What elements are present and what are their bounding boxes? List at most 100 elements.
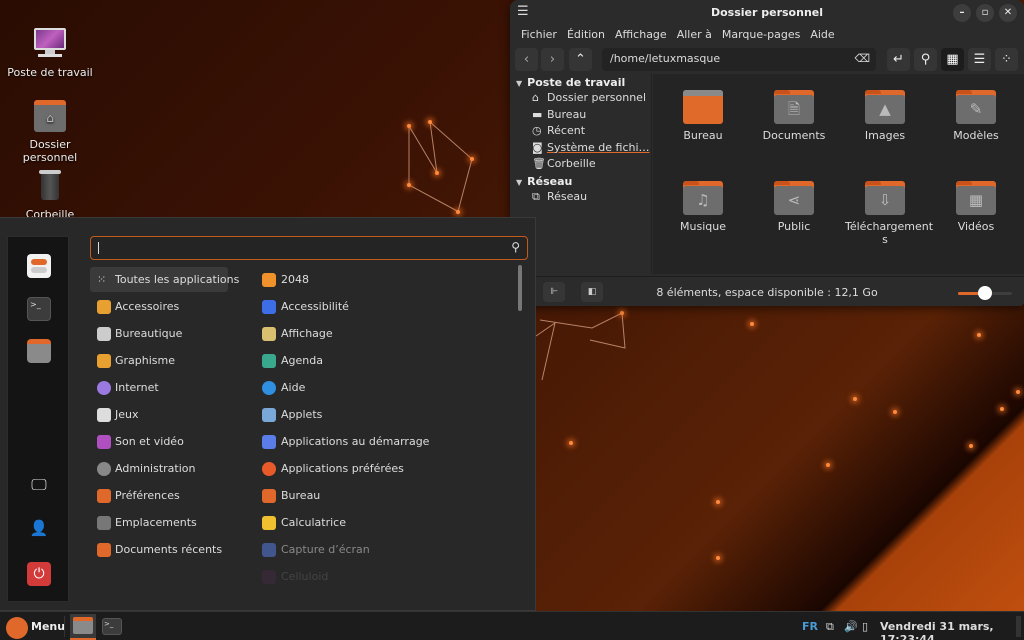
category-item[interactable]: Jeux	[90, 402, 228, 427]
menu-fichier[interactable]: Fichier	[516, 26, 562, 46]
category-item[interactable]: Préférences	[90, 483, 228, 508]
sidebar-item-home[interactable]: ⌂ Dossier personnel	[510, 90, 651, 107]
minimize-button[interactable]: –	[953, 4, 971, 22]
lock-screen-icon[interactable]: 🖵	[27, 475, 51, 499]
sidebar-item-label: Dossier personnel	[547, 91, 647, 104]
app-item[interactable]: 2048	[255, 267, 505, 292]
settings-icon[interactable]	[27, 254, 51, 278]
clear-icon[interactable]: ⌫	[854, 52, 870, 65]
volume-icon[interactable]: 🔊	[844, 620, 858, 633]
folder-icon: ▬	[532, 107, 543, 121]
application-menu: >_ 🖵 👤 ⏻ ⚲ ⁙ Toutes les applications Acces…	[0, 217, 536, 611]
taskbar-launcher-terminal[interactable]: >_	[100, 614, 126, 640]
category-item[interactable]: Accessoires	[90, 294, 228, 319]
compact-view-button[interactable]: ⁘	[995, 48, 1018, 71]
app-label: Aide	[281, 381, 306, 394]
search-button[interactable]: ⚲	[914, 48, 937, 71]
menu-aller-a[interactable]: Aller à	[672, 26, 717, 46]
category-label: Administration	[115, 462, 196, 475]
app-search-input[interactable]: ⚲	[90, 236, 528, 260]
file-item-documents[interactable]: 🗎 Documents	[754, 90, 834, 142]
close-button[interactable]: ✕	[999, 4, 1017, 22]
administration-icon	[97, 462, 111, 476]
title-bar[interactable]: ☰ Dossier personnel – ▫ ✕	[510, 0, 1024, 26]
app-item[interactable]: Bureau	[255, 483, 505, 508]
icon-view-button[interactable]: ▦	[941, 48, 964, 71]
file-item-modeles[interactable]: ✎ Modèles	[936, 90, 1016, 142]
desktop-icon-home[interactable]: ⌂ Dossier personnel	[5, 98, 95, 164]
menu-aide[interactable]: Aide	[805, 26, 839, 46]
menu-button[interactable]: Menu	[3, 615, 65, 639]
app-item[interactable]: Celluloid	[255, 564, 505, 589]
location-input[interactable]: /home/letuxmasque ⌫	[602, 48, 876, 71]
show-desktop-button[interactable]	[1016, 616, 1021, 637]
app-item[interactable]: Applets	[255, 402, 505, 427]
file-item-videos[interactable]: ▦ Vidéos	[936, 181, 1016, 233]
category-item[interactable]: ⁙ Toutes les applications	[90, 267, 239, 292]
keyboard-layout-indicator[interactable]: FR	[802, 620, 818, 633]
files-icon[interactable]	[27, 339, 51, 363]
terminal-icon[interactable]: >_	[27, 297, 51, 321]
grid-icon: ⁙	[97, 273, 107, 286]
category-item[interactable]: Graphisme	[90, 348, 228, 373]
desktop-icon-computer[interactable]: Poste de travail	[5, 26, 95, 79]
back-button[interactable]: ‹	[515, 48, 538, 71]
sidebar-item-trash[interactable]: 🗑Corbeille	[510, 156, 651, 173]
category-label: Son et vidéo	[115, 435, 184, 448]
public-folder-icon: ⋖	[774, 181, 814, 215]
file-item-images[interactable]: ▲ Images	[845, 90, 925, 142]
app-item[interactable]: Agenda	[255, 348, 505, 373]
list-view-button[interactable]: ☰	[968, 48, 991, 71]
battery-icon[interactable]: ▯	[862, 620, 868, 633]
category-label: Jeux	[115, 408, 139, 421]
app-item[interactable]: Applications préférées	[255, 456, 505, 481]
file-item-musique[interactable]: ♫ Musique	[663, 181, 743, 233]
category-item[interactable]: Administration	[90, 456, 228, 481]
app-item[interactable]: Calculatrice	[255, 510, 505, 535]
file-label: Bureau	[683, 129, 723, 142]
up-button[interactable]: ⌃	[569, 48, 592, 71]
app-label: 2048	[281, 273, 309, 286]
network-icon[interactable]: ⧉	[826, 620, 834, 634]
file-item-bureau[interactable]: Bureau	[663, 90, 743, 142]
app-item[interactable]: Capture d’écran	[255, 537, 505, 562]
desktop-icon-trash[interactable]: Corbeille	[5, 168, 95, 221]
category-item[interactable]: Son et vidéo	[90, 429, 228, 454]
category-item[interactable]: Emplacements	[90, 510, 228, 535]
menu-marque-pages[interactable]: Marque-pages	[717, 26, 805, 46]
app-item[interactable]: Applications au démarrage	[255, 429, 505, 454]
category-label: Emplacements	[115, 516, 197, 529]
category-label: Graphisme	[115, 354, 176, 367]
sidebar-item-desktop[interactable]: ▬ Bureau	[510, 107, 651, 124]
category-item[interactable]: Internet	[90, 375, 228, 400]
taskbar-window-files[interactable]	[70, 614, 96, 640]
toggle-location-button[interactable]: ↵	[887, 48, 910, 71]
sidebar-section-network[interactable]: ▼ Réseau	[510, 173, 651, 189]
app-list-scrollbar[interactable]	[518, 265, 522, 311]
file-item-telechargements[interactable]: ⇩ Téléchargement s	[845, 181, 934, 246]
power-icon[interactable]: ⏻	[27, 562, 51, 586]
sidebar-item-network[interactable]: ⧉ Réseau	[510, 189, 651, 206]
zoom-slider[interactable]	[958, 286, 1012, 300]
category-item[interactable]: Documents récents	[90, 537, 228, 562]
logout-icon[interactable]: 👤	[27, 519, 51, 543]
sidebar-item-recent[interactable]: ◷ Récent	[510, 123, 651, 140]
menu-affichage[interactable]: Affichage	[610, 26, 672, 46]
menu-edition[interactable]: Édition	[562, 26, 610, 46]
app-item[interactable]: Accessibilité	[255, 294, 505, 319]
sidebar-section-computer[interactable]: ▼ Poste de travail	[510, 74, 651, 90]
clock[interactable]: Vendredi 31 mars, 17:23:44	[880, 620, 1024, 640]
sidebar-item-filesystem[interactable]: ◙ Système de fichi…	[510, 140, 651, 157]
home-folder-icon: ⌂	[32, 98, 68, 134]
file-label: Public	[777, 220, 811, 233]
preferences-icon	[97, 489, 111, 503]
category-item[interactable]: Bureautique	[90, 321, 228, 346]
files-icon	[73, 617, 93, 634]
file-label: Téléchargement	[845, 220, 934, 233]
file-item-public[interactable]: ⋖ Public	[754, 181, 834, 233]
app-item[interactable]: Affichage	[255, 321, 505, 346]
maximize-button[interactable]: ▫	[976, 4, 994, 22]
app-item[interactable]: Aide	[255, 375, 505, 400]
zoom-slider-handle[interactable]	[978, 286, 992, 300]
forward-button[interactable]: ›	[541, 48, 564, 71]
